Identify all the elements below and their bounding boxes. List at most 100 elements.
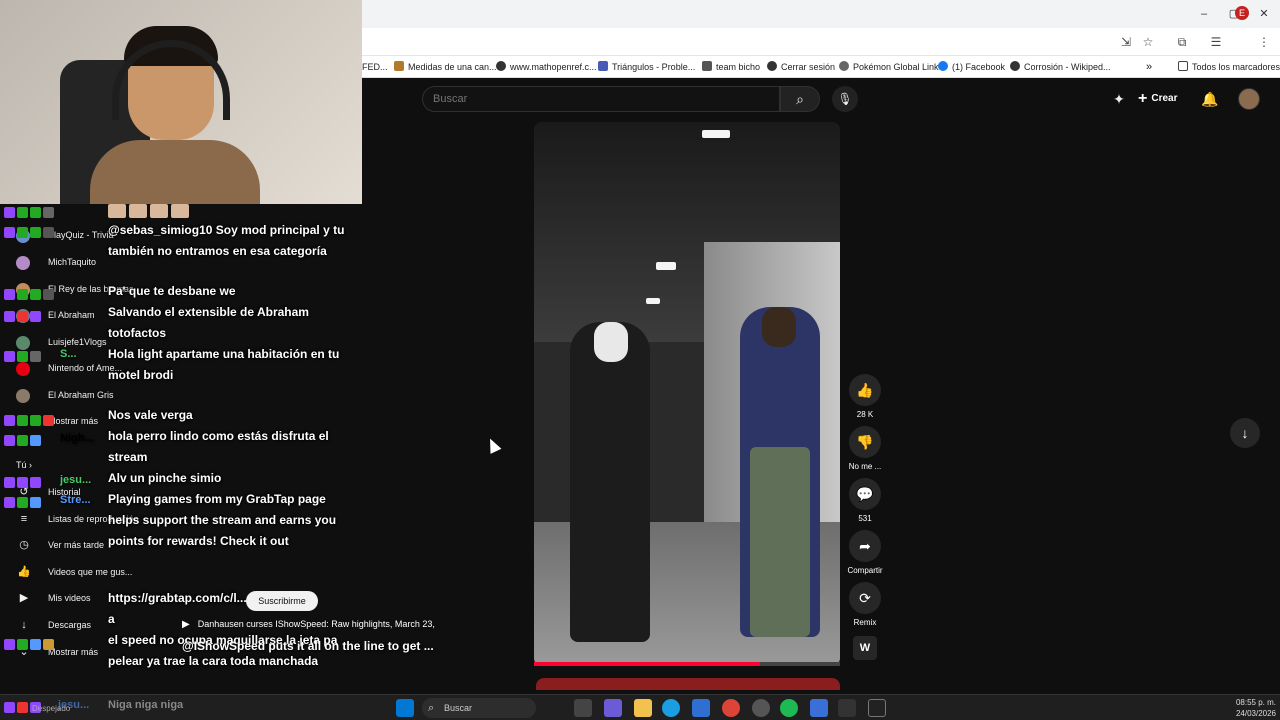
bookmark-6[interactable]: Pokémon Global Link [839, 60, 939, 74]
star-icon[interactable]: ☆ [1140, 34, 1156, 50]
bookmarks-overflow-icon[interactable]: » [1146, 60, 1152, 74]
video-light [656, 262, 676, 270]
search-icon: ⌕ [796, 91, 804, 107]
task-view-icon[interactable] [574, 699, 592, 717]
badge-icon [17, 227, 28, 239]
bookmark-7[interactable]: (1) Facebook [938, 60, 1005, 74]
capcut-icon[interactable] [838, 699, 856, 717]
now-playing-card[interactable]: ▶ Danhausen curses IShowSpeed: Raw highli… [182, 616, 452, 632]
dislike-button[interactable]: 👎 No me ... [845, 426, 885, 471]
chat-message: Alv un pinche simio [108, 471, 222, 485]
chat-username: Stre... [60, 494, 91, 506]
install-icon[interactable]: ⇲ [1118, 34, 1134, 50]
next-short-button[interactable]: ↓ [1230, 418, 1260, 448]
chat-badges [4, 224, 56, 240]
all-bookmarks[interactable]: Todos los marcadores [1178, 60, 1280, 74]
video-progress-bar[interactable] [534, 662, 840, 666]
emote-icon [150, 204, 168, 218]
windows-start-icon[interactable] [396, 699, 414, 717]
like-button[interactable]: 👍 28 K [845, 374, 885, 419]
bookmark-0[interactable]: FED... [362, 60, 388, 74]
chat-message: hola perro lindo como estás disfruta el … [108, 429, 329, 464]
minimize-button[interactable]: – [1188, 4, 1220, 24]
system-clock[interactable]: 08:55 p. m. 24/03/2026 [1212, 697, 1276, 719]
video-face [594, 322, 628, 362]
search-field[interactable] [422, 86, 780, 112]
chat-message: Playing games from my GrabTap page helps… [108, 492, 337, 548]
edge-icon[interactable] [662, 699, 680, 717]
comment-icon: 💬 [849, 478, 881, 510]
thumbs-up-icon: 👍 [849, 374, 881, 406]
vpn-icon[interactable] [810, 699, 828, 717]
subscribe-tooltip[interactable]: Suscribirme [246, 591, 318, 611]
obs-icon[interactable] [752, 699, 770, 717]
badge-icon [30, 435, 41, 447]
bookmark-label: Corrosión - Wikiped... [1024, 62, 1111, 72]
badge-icon [30, 497, 41, 509]
chat-username: jesu... [60, 474, 92, 486]
close-window-button[interactable]: ✕ [1248, 4, 1280, 24]
epic-games-icon[interactable] [868, 699, 886, 717]
badge-icon [17, 207, 28, 219]
avatar[interactable] [1238, 88, 1260, 110]
create-button[interactable]: + Crear [1138, 89, 1177, 109]
badge-icon [17, 639, 28, 651]
video-light [702, 130, 730, 138]
search-input[interactable] [423, 87, 779, 111]
voice-search-button[interactable]: 🎙 [832, 86, 858, 112]
bookmark-8[interactable]: Corrosión - Wikiped... [1010, 60, 1111, 74]
screen: PlayQuiz - Trivia MichTaquito El Rey de … [0, 0, 1280, 720]
chat-badges [4, 636, 56, 652]
badge-icon [30, 415, 41, 427]
weather-widget[interactable]: Despejado [32, 704, 70, 713]
bookmark-2[interactable]: www.mathopenref.c... [496, 60, 597, 74]
bookmark-4[interactable]: team bicho [702, 60, 760, 74]
microphone-icon: 🎙 [837, 92, 853, 106]
chat-message: Nos vale verga [108, 408, 193, 422]
extensions-icon[interactable]: ⧉ [1174, 34, 1190, 50]
taskbar-search[interactable]: ⌕ Buscar [422, 698, 536, 718]
channel-logo-button[interactable]: W [845, 636, 885, 660]
emote-icon [171, 204, 189, 218]
bookmark-favicon [394, 61, 404, 71]
remix-button[interactable]: ⟳ Remix [845, 582, 885, 627]
search-button[interactable]: ⌕ [780, 86, 820, 112]
share-button[interactable]: ➦ Compartir [845, 530, 885, 575]
bookmark-label: Medidas de una can... [408, 62, 497, 72]
next-short-preview[interactable] [536, 678, 840, 690]
badge-icon [17, 311, 28, 323]
badge-icon [30, 477, 41, 489]
profile-icon[interactable]: E [1235, 6, 1249, 20]
chrome-icon[interactable] [722, 699, 740, 717]
short-video-player[interactable] [534, 122, 840, 666]
badge-icon [30, 289, 41, 301]
taskbar: jesu... Niga niga niga Despejado ⌕ Buscar… [0, 694, 1280, 720]
store-icon[interactable] [692, 699, 710, 717]
like-count: 28 K [856, 410, 874, 419]
more-icon[interactable]: ⋮ [1256, 34, 1272, 50]
bookmark-5[interactable]: Cerrar sesión [767, 60, 835, 74]
badge-icon [30, 311, 41, 323]
bookmark-3[interactable]: Triángulos - Proble... [598, 60, 695, 74]
bookmark-label: www.mathopenref.c... [510, 62, 597, 72]
badge-icon [43, 227, 54, 239]
webcam-overlay [0, 0, 362, 204]
plus-icon: + [1138, 90, 1148, 107]
bookmark-1[interactable]: Medidas de una can... [394, 60, 497, 74]
file-explorer-icon[interactable] [634, 699, 652, 717]
reading-list-icon[interactable]: ☰ [1208, 34, 1224, 50]
badge-icon [4, 702, 15, 713]
ai-sparkle-icon[interactable]: ✦ [1110, 90, 1128, 108]
spotify-icon[interactable] [780, 699, 798, 717]
badge-icon [17, 289, 28, 301]
bookmark-favicon [702, 61, 712, 71]
copilot-icon[interactable] [604, 699, 622, 717]
chat-badges [4, 204, 56, 220]
emote-icon [129, 204, 147, 218]
bookmark-label: (1) Facebook [952, 62, 1006, 72]
comments-button[interactable]: 💬 531 [845, 478, 885, 523]
bell-icon[interactable]: 🔔 [1201, 90, 1219, 108]
chat-link-message[interactable]: https://grabtap.com/c/l... [108, 588, 358, 609]
remix-icon: ⟳ [849, 582, 881, 614]
badge-icon [4, 415, 15, 427]
